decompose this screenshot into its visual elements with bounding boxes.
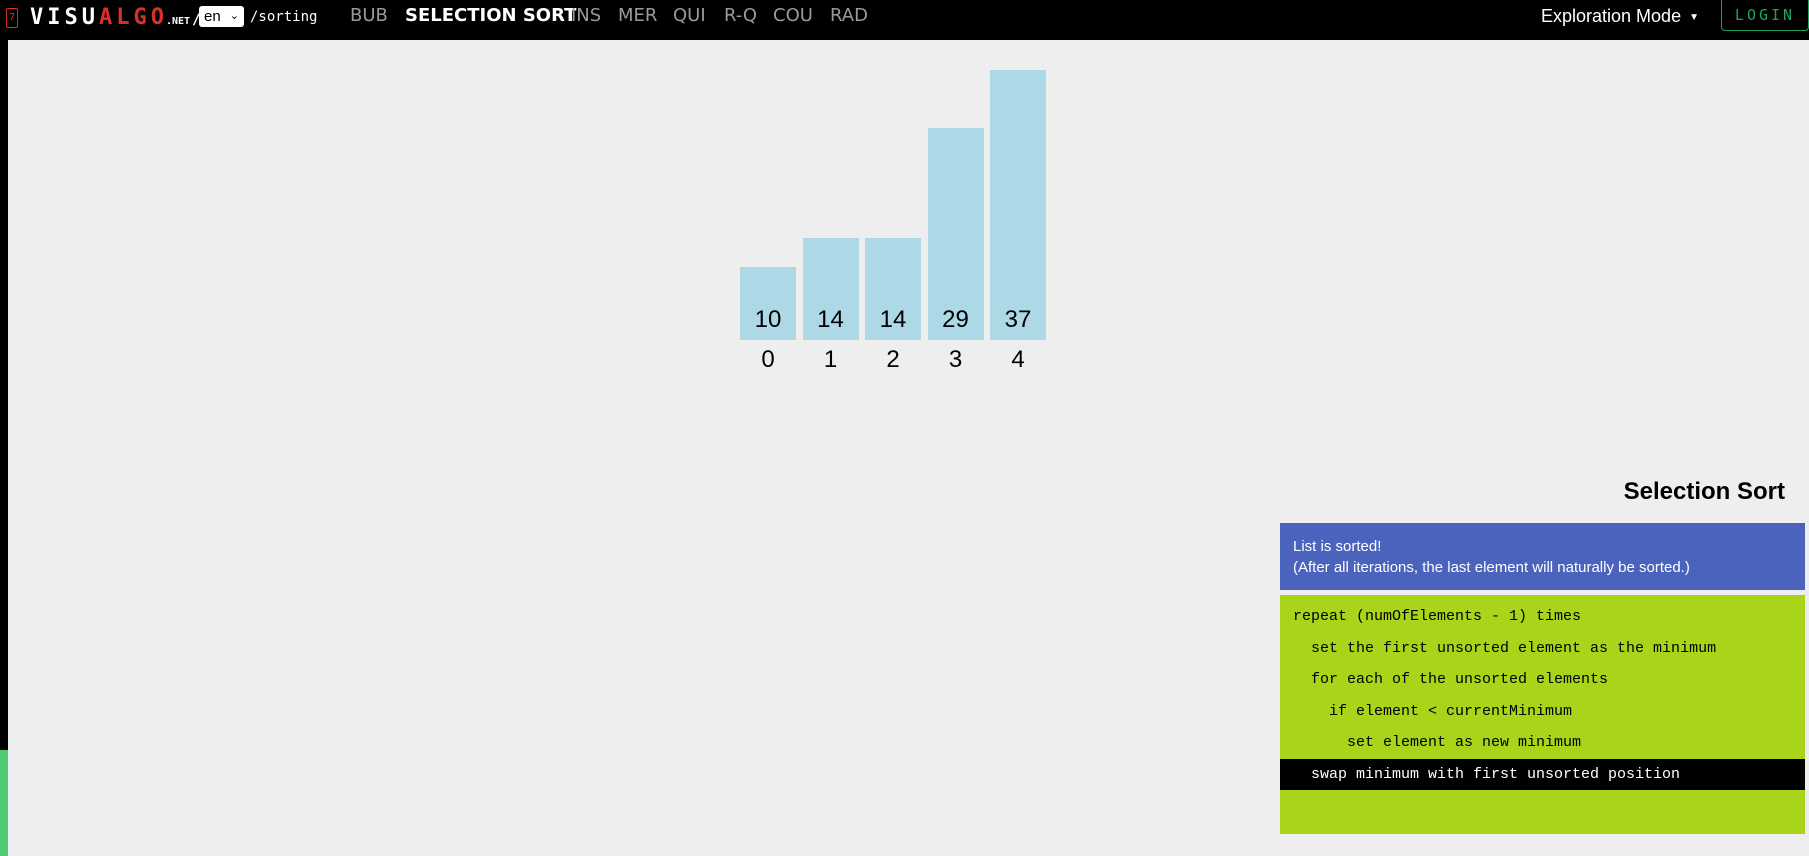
sorting-bar-chart: 10 0 14 1 14 2 29 3 37 4 (740, 60, 1070, 380)
page-path[interactable]: /sorting (250, 6, 317, 28)
logo-text-net: .NET (165, 16, 191, 27)
nav-link-ins[interactable]: INS (571, 5, 601, 27)
code-line[interactable]: set element as new minimum (1280, 727, 1805, 759)
bar-index-label: 4 (1011, 346, 1025, 373)
logo-text-red: ALGO (98, 5, 168, 30)
panel-title: Selection Sort (1623, 478, 1785, 505)
nav-link-qui[interactable]: QUI (673, 5, 706, 27)
caret-down-icon: ▼ (1689, 12, 1699, 23)
nav-link-selection-sort[interactable]: SELECTION SORT (405, 5, 576, 27)
bar-index-label: 2 (886, 346, 900, 373)
pseudocode-panel[interactable]: repeat (numOfElements - 1) times set the… (1280, 595, 1805, 834)
logo-badge[interactable]: 7 (6, 8, 18, 28)
login-button[interactable]: LOGIN (1721, 0, 1809, 31)
language-value: en (204, 8, 221, 25)
bar-index-label: 0 (761, 346, 775, 373)
bar[interactable] (990, 70, 1046, 340)
language-select[interactable]: en ⌄ (199, 6, 244, 27)
logo-text-white: VISU (30, 5, 99, 30)
left-side-tab[interactable] (0, 750, 8, 856)
bar-index-label: 3 (948, 346, 963, 373)
nav-link-bub[interactable]: BUB (350, 5, 388, 27)
code-line[interactable]: set the first unsorted element as the mi… (1280, 633, 1805, 665)
nav-link-mer[interactable]: MER (618, 5, 657, 27)
bar-index-label: 1 (823, 346, 838, 373)
code-line[interactable]: if element < currentMinimum (1280, 696, 1805, 728)
top-nav-bar: 7 VISUALGO.NET / en ⌄ /sorting BUB SELECT… (0, 0, 1809, 40)
bar-value-label: 29 (942, 306, 969, 333)
code-line[interactable]: for each of the unsorted elements (1280, 664, 1805, 696)
chevron-down-icon: ⌄ (229, 10, 239, 22)
nav-link-rad[interactable]: RAD (830, 5, 868, 27)
mode-dropdown[interactable]: Exploration Mode ▼ (1541, 5, 1699, 29)
code-line[interactable]: swap minimum with first unsorted positio… (1280, 758, 1805, 790)
code-line[interactable]: repeat (numOfElements - 1) times (1280, 601, 1805, 633)
status-line-1: List is sorted! (1293, 538, 1382, 555)
nav-link-r-q[interactable]: R-Q (724, 5, 757, 27)
nav-link-cou[interactable]: COU (773, 5, 813, 27)
bar-value-label: 14 (879, 306, 907, 333)
left-side-rail (0, 40, 8, 856)
status-panel[interactable]: List is sorted! (After all iterations, t… (1280, 523, 1805, 590)
bar-value-label: 14 (817, 306, 844, 333)
mode-label: Exploration Mode (1541, 6, 1682, 26)
status-line-2: (After all iterations, the last element … (1293, 559, 1690, 576)
bar-value-label: 37 (1004, 306, 1032, 333)
bar-value-label: 10 (754, 306, 782, 333)
visualgo-logo[interactable]: VISUALGO.NET / (30, 4, 201, 32)
